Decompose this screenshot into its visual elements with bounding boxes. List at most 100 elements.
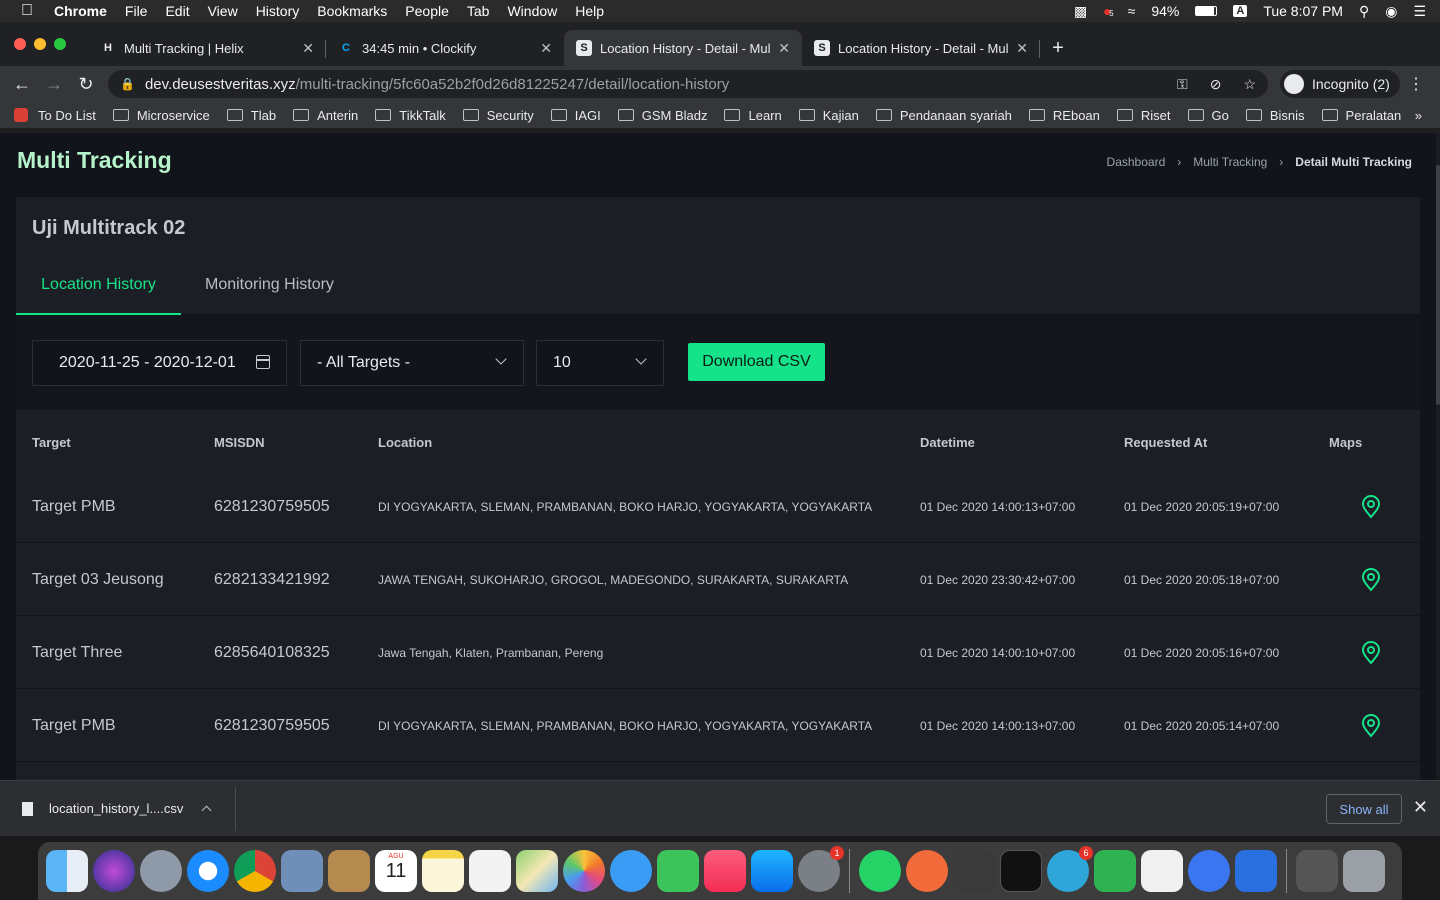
- maps-icon[interactable]: [516, 850, 558, 892]
- menu-window[interactable]: Window: [507, 3, 557, 19]
- siri-icon[interactable]: ◉: [1385, 3, 1397, 20]
- recent-window-icon[interactable]: [1296, 850, 1338, 892]
- bookmark-folder-learn[interactable]: Learn: [724, 108, 782, 123]
- bookmark-todo-list[interactable]: To Do List: [14, 108, 96, 123]
- finder-icon[interactable]: [46, 850, 88, 892]
- browser-tab-location-history[interactable]: S Location History - Detail - Multi ✕: [802, 30, 1040, 66]
- postman-icon[interactable]: [906, 850, 948, 892]
- col-msisdn[interactable]: MSISDN: [214, 435, 265, 450]
- tracking-blocked-icon[interactable]: ⊘: [1210, 76, 1222, 93]
- chrome-icon[interactable]: [234, 850, 276, 892]
- bookmark-folder-bisnis[interactable]: Bisnis: [1245, 108, 1305, 123]
- vpn-icon[interactable]: ▩: [1074, 3, 1087, 20]
- close-window-icon[interactable]: [14, 38, 26, 50]
- preview-icon[interactable]: [281, 850, 323, 892]
- tab-location-history[interactable]: Location History: [16, 267, 181, 315]
- menu-app-name[interactable]: Chrome: [54, 3, 107, 19]
- browser-tab-helix[interactable]: H Multi Tracking | Helix ✕: [88, 30, 326, 66]
- photos-icon[interactable]: [563, 850, 605, 892]
- menu-people[interactable]: People: [405, 3, 449, 19]
- reload-icon[interactable]: ↻: [70, 74, 102, 95]
- browser-tab-location-history-active[interactable]: S Location History - Detail - Multi ✕: [564, 30, 802, 66]
- map-pin-icon[interactable]: [1361, 616, 1381, 689]
- clock[interactable]: Tue 8:07 PM: [1263, 3, 1343, 19]
- bookmark-folder-peralatan[interactable]: Peralatan: [1321, 108, 1401, 123]
- notefile-icon[interactable]: [328, 850, 370, 892]
- signal-icon[interactable]: [1188, 850, 1230, 892]
- facetime-icon[interactable]: [657, 850, 699, 892]
- todo-check-icon[interactable]: [1094, 850, 1136, 892]
- bookmark-folder-iagi[interactable]: IAGI: [550, 108, 601, 123]
- calendar-icon[interactable]: AGU 11: [375, 850, 417, 892]
- system-preferences-icon[interactable]: 1: [798, 846, 844, 892]
- bookmark-folder-pendanaan-syariah[interactable]: Pendanaan syariah: [875, 108, 1012, 123]
- input-source-icon[interactable]: A: [1233, 5, 1248, 17]
- maximize-window-icon[interactable]: [54, 38, 66, 50]
- battery-icon[interactable]: [1195, 6, 1218, 16]
- launchpad-icon[interactable]: [140, 850, 182, 892]
- menu-history[interactable]: History: [256, 3, 300, 19]
- battery-percent[interactable]: 94%: [1151, 3, 1179, 19]
- wifi-icon[interactable]: ≈: [1128, 3, 1136, 19]
- menu-help[interactable]: Help: [575, 3, 604, 19]
- safari-icon[interactable]: [187, 850, 229, 892]
- col-requested-at[interactable]: Requested At: [1124, 435, 1207, 450]
- bookmark-folder-riset[interactable]: Riset: [1116, 108, 1171, 123]
- scrollbar-thumb[interactable]: [1436, 165, 1440, 405]
- bookmark-folder-go[interactable]: Go: [1187, 108, 1229, 123]
- browser-tab-clockify[interactable]: C 34:45 min • Clockify ✕: [326, 30, 564, 66]
- bookmark-folder-security[interactable]: Security: [462, 108, 534, 123]
- downloaded-file-item[interactable]: location_history_l....csv: [0, 786, 236, 831]
- menu-tab[interactable]: Tab: [467, 3, 490, 19]
- messages-icon[interactable]: [610, 850, 652, 892]
- bookmark-folder-anterin[interactable]: Anterin: [293, 108, 358, 123]
- menu-view[interactable]: View: [208, 3, 238, 19]
- telegram-icon[interactable]: 6: [1047, 846, 1093, 892]
- col-location[interactable]: Location: [378, 435, 432, 450]
- bookmark-star-icon[interactable]: ☆: [1243, 76, 1256, 93]
- col-target[interactable]: Target: [32, 435, 71, 450]
- close-download-shelf-icon[interactable]: ✕: [1413, 797, 1428, 818]
- map-pin-icon[interactable]: [1361, 543, 1381, 616]
- bookmark-folder-tikktalk[interactable]: TikkTalk: [375, 108, 446, 123]
- chrome-menu-icon[interactable]: ⋮: [1408, 74, 1424, 94]
- menu-bookmarks[interactable]: Bookmarks: [317, 3, 387, 19]
- key-icon[interactable]: ⚿: [1177, 76, 1188, 93]
- menu-file[interactable]: File: [125, 3, 148, 19]
- download-csv-button[interactable]: Download CSV: [688, 343, 825, 381]
- bookmark-folder-microservice[interactable]: Microservice: [112, 108, 210, 123]
- spotlight-search-icon[interactable]: ⚲: [1359, 3, 1369, 20]
- blank-document-icon[interactable]: [1141, 850, 1183, 892]
- lock-icon[interactable]: 🔒: [120, 77, 135, 91]
- breadcrumb-multi-tracking[interactable]: Multi Tracking: [1193, 155, 1267, 169]
- show-all-downloads-button[interactable]: Show all: [1326, 794, 1402, 824]
- breadcrumb-dashboard[interactable]: Dashboard: [1107, 155, 1166, 169]
- tab-close-icon[interactable]: ✕: [302, 40, 314, 57]
- apple-menu-icon[interactable]: : [0, 2, 54, 20]
- terminal-icon[interactable]: [1000, 850, 1042, 892]
- col-datetime[interactable]: Datetime: [920, 435, 975, 450]
- date-range-picker[interactable]: 2020-11-25 - 2020-12-01: [32, 340, 287, 386]
- bookmark-folder-reboan[interactable]: REboan: [1028, 108, 1100, 123]
- menu-edit[interactable]: Edit: [165, 3, 189, 19]
- page-scrollbar[interactable]: [1436, 133, 1440, 780]
- notification-center-icon[interactable]: ☰: [1413, 3, 1426, 20]
- back-icon[interactable]: ←: [6, 74, 38, 95]
- notification-icon[interactable]: ● 5: [1103, 3, 1113, 19]
- bookmarks-overflow-icon[interactable]: »: [1415, 108, 1422, 123]
- new-tab-icon[interactable]: +: [1040, 30, 1076, 66]
- bookmark-folder-kajian[interactable]: Kajian: [798, 108, 859, 123]
- address-bar[interactable]: 🔒 dev.deusestveritas.xyz /multi-tracking…: [108, 70, 1268, 98]
- incognito-profile-button[interactable]: Incognito (2): [1280, 70, 1400, 98]
- chevron-up-icon[interactable]: [201, 805, 212, 816]
- music-icon[interactable]: [704, 850, 746, 892]
- trash-icon[interactable]: [1343, 850, 1385, 892]
- page-size-select[interactable]: 10: [536, 340, 664, 386]
- siri-icon[interactable]: [93, 850, 135, 892]
- map-pin-icon[interactable]: [1361, 689, 1381, 762]
- reminders-icon[interactable]: [469, 850, 511, 892]
- notes-icon[interactable]: [422, 850, 464, 892]
- tab-close-icon[interactable]: ✕: [778, 40, 790, 57]
- whatsapp-icon[interactable]: [859, 850, 901, 892]
- tab-close-icon[interactable]: ✕: [1016, 40, 1028, 57]
